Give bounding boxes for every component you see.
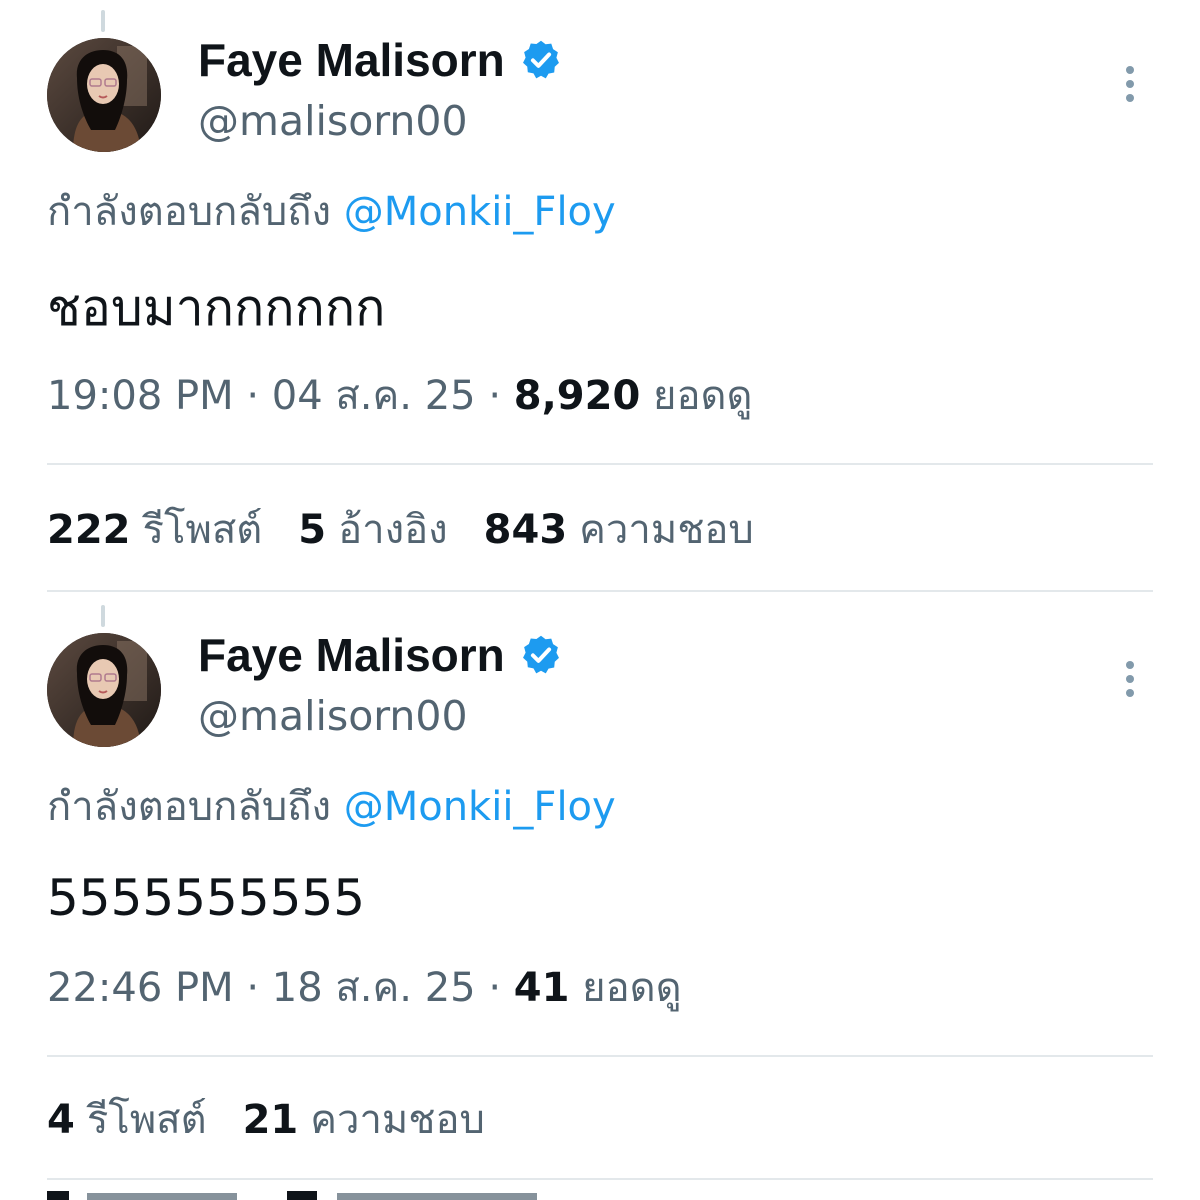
author-display-name[interactable]: Faye Malisorn [198, 627, 505, 683]
post-meta: 22:46 PM · 18 ส.ค. 25 · 41 ยอดดู [47, 960, 682, 1016]
post-text: ชอบมากกกกกก [47, 279, 386, 337]
post-text: 5555555555 [47, 869, 366, 927]
meta-separator: · [488, 373, 502, 419]
divider [47, 463, 1153, 465]
repost-label: รีโพสต์ [86, 1097, 207, 1143]
engagement-stats: 222 รีโพสต์ 5 อ้างอิง 843 ความชอบ [47, 502, 790, 558]
avatar[interactable] [47, 633, 161, 747]
thread-connector-line [101, 10, 105, 32]
meta-separator: · [246, 373, 260, 419]
divider [47, 590, 1153, 592]
like-count-link[interactable]: 21 ความชอบ [243, 1092, 485, 1148]
like-label: ความชอบ [310, 1097, 485, 1143]
post-meta: 19:08 PM · 04 ส.ค. 25 · 8,920 ยอดดู [47, 368, 752, 424]
verified-badge-icon [519, 633, 563, 677]
post-time[interactable]: 22:46 PM [47, 965, 234, 1011]
reply-context: กำลังตอบกลับถึง @Monkii_Floy [47, 779, 616, 835]
reply-context: กำลังตอบกลับถึง @Monkii_Floy [47, 184, 616, 240]
quote-label: อ้างอิง [338, 507, 448, 553]
like-label: ความชอบ [579, 507, 754, 553]
repost-count: 4 [47, 1097, 75, 1143]
quote-count-link[interactable]: 5 อ้างอิง [298, 502, 447, 558]
post-1: Faye Malisorn @malisorn00 กำลังตอบกลับถึ… [0, 0, 1200, 595]
author-handle[interactable]: @malisorn00 [198, 94, 468, 148]
author-display-name[interactable]: Faye Malisorn [198, 32, 505, 88]
more-options-icon[interactable] [1116, 62, 1144, 106]
avatar-photo [47, 633, 161, 747]
author-handle[interactable]: @malisorn00 [198, 689, 468, 743]
like-count: 843 [483, 507, 568, 553]
verified-badge-icon [519, 38, 563, 82]
view-count-label: ยอดดู [582, 965, 682, 1011]
reply-prefix: กำลังตอบกลับถึง [47, 189, 331, 235]
thread-connector-line [101, 605, 105, 627]
repost-label: รีโพสต์ [142, 507, 263, 553]
cut-off-action-row [47, 1186, 547, 1200]
avatar-photo [47, 38, 161, 152]
repost-count-link[interactable]: 4 รีโพสต์ [47, 1092, 207, 1148]
view-count: 41 [513, 965, 570, 1011]
divider [47, 1178, 1153, 1180]
engagement-stats: 4 รีโพสต์ 21 ความชอบ [47, 1092, 521, 1148]
like-count-link[interactable]: 843 ความชอบ [484, 502, 754, 558]
like-count: 21 [242, 1097, 299, 1143]
post-2: Faye Malisorn @malisorn00 กำลังตอบกลับถึ… [0, 595, 1200, 1200]
reply-to-mention-link[interactable]: @Monkii_Floy [344, 189, 616, 235]
repost-count-link[interactable]: 222 รีโพสต์ [47, 502, 262, 558]
post-time[interactable]: 19:08 PM [47, 373, 234, 419]
post-detail-view: Faye Malisorn @malisorn00 กำลังตอบกลับถึ… [0, 0, 1200, 1200]
reply-to-mention-link[interactable]: @Monkii_Floy [344, 784, 616, 830]
reply-prefix: กำลังตอบกลับถึง [47, 784, 331, 830]
view-count-label: ยอดดู [653, 373, 753, 419]
meta-separator: · [246, 965, 260, 1011]
meta-separator: · [488, 965, 502, 1011]
view-count: 8,920 [513, 373, 641, 419]
quote-count: 5 [298, 507, 327, 553]
post-date[interactable]: 04 ส.ค. 25 [272, 373, 476, 419]
repost-count: 222 [47, 507, 131, 553]
more-options-icon[interactable] [1116, 657, 1144, 701]
divider [47, 1055, 1153, 1057]
post-date[interactable]: 18 ส.ค. 25 [272, 965, 476, 1011]
avatar[interactable] [47, 38, 161, 152]
